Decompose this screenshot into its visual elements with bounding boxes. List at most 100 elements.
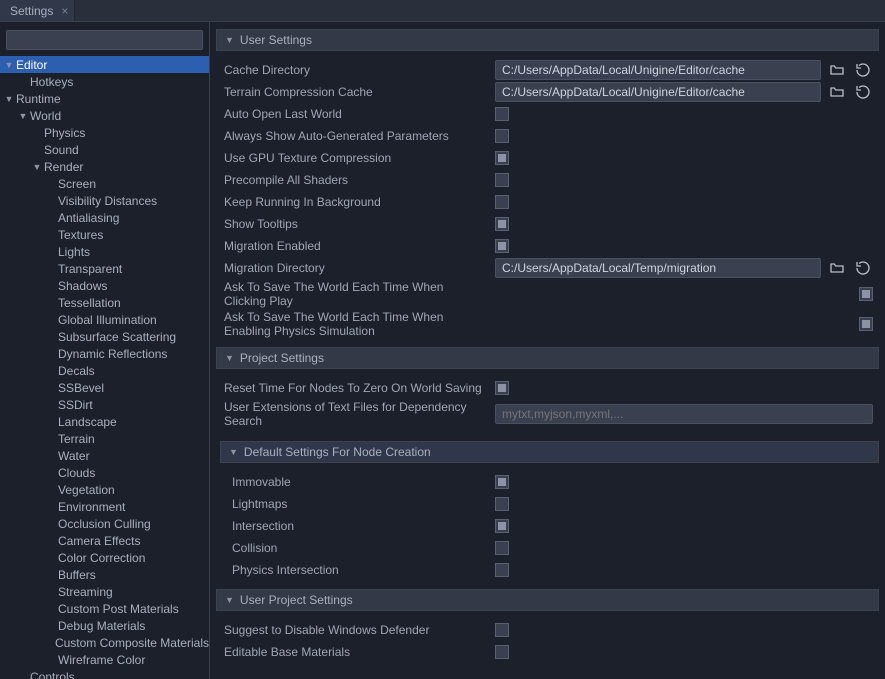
tree-item-wireframe-color[interactable]: Wireframe Color [0, 651, 209, 668]
tree-item-terrain[interactable]: Terrain [0, 430, 209, 447]
folder-icon[interactable] [827, 82, 847, 102]
reset-icon[interactable] [853, 60, 873, 80]
property-label: Keep Running In Background [222, 195, 487, 209]
reset-icon[interactable] [853, 82, 873, 102]
checkbox[interactable] [495, 645, 509, 659]
checkbox[interactable] [495, 173, 509, 187]
property-label: Collision [222, 541, 487, 555]
section-header-node-creation[interactable]: ▼ Default Settings For Node Creation [220, 441, 879, 463]
checkbox[interactable] [495, 475, 509, 489]
tree-item-editor[interactable]: ▼Editor [0, 56, 209, 73]
tree-item-label: Physics [42, 126, 85, 140]
property-control [495, 475, 873, 489]
property-row: Migration Enabled [222, 235, 873, 257]
tree-item-occlusion-culling[interactable]: Occlusion Culling [0, 515, 209, 532]
tree-item-label: Custom Post Materials [56, 602, 179, 616]
tree-item-label: Camera Effects [56, 534, 140, 548]
sidebar: ▼EditorHotkeys▼Runtime▼World PhysicsSound… [0, 22, 210, 679]
property-label: Migration Enabled [222, 239, 487, 253]
chevron-down-icon[interactable]: ▼ [4, 60, 14, 70]
property-label: Intersection [222, 519, 487, 533]
tree-item-transparent[interactable]: Transparent [0, 260, 209, 277]
tree-item-tessellation[interactable]: Tessellation [0, 294, 209, 311]
tree-item-landscape[interactable]: Landscape [0, 413, 209, 430]
text-input[interactable] [495, 404, 873, 424]
tree-item-label: Transparent [56, 262, 122, 276]
search-input[interactable] [6, 30, 203, 50]
property-row: Editable Base Materials [222, 641, 873, 663]
checkbox[interactable] [495, 541, 509, 555]
tree-item-label: Subsurface Scattering [56, 330, 176, 344]
folder-icon[interactable] [827, 60, 847, 80]
reset-icon[interactable] [853, 258, 873, 278]
property-row: Keep Running In Background [222, 191, 873, 213]
tree-item-label: Shadows [56, 279, 107, 293]
section-body-user-project-settings: Suggest to Disable Windows DefenderEdita… [216, 611, 879, 667]
section-header-user-project-settings[interactable]: ▼ User Project Settings [216, 589, 879, 611]
path-input[interactable] [495, 60, 821, 80]
checkbox[interactable] [859, 317, 873, 331]
property-row: Use GPU Texture Compression [222, 147, 873, 169]
checkbox[interactable] [495, 151, 509, 165]
checkbox[interactable] [495, 217, 509, 231]
checkbox[interactable] [495, 107, 509, 121]
section-header-user-settings[interactable]: ▼ User Settings [216, 29, 879, 51]
tree-item-decals[interactable]: Decals [0, 362, 209, 379]
tree-item-visibility-distances[interactable]: Visibility Distances [0, 192, 209, 209]
checkbox[interactable] [495, 623, 509, 637]
tree-item-buffers[interactable]: Buffers [0, 566, 209, 583]
tree-item-camera-effects[interactable]: Camera Effects [0, 532, 209, 549]
checkbox[interactable] [495, 195, 509, 209]
tree-item-physics[interactable]: Physics [0, 124, 209, 141]
checkbox[interactable] [495, 381, 509, 395]
checkbox[interactable] [495, 563, 509, 577]
tree-item-textures[interactable]: Textures [0, 226, 209, 243]
section-header-project-settings[interactable]: ▼ Project Settings [216, 347, 879, 369]
tree-item-sound[interactable]: Sound [0, 141, 209, 158]
tree-item-custom-composite-materials[interactable]: Custom Composite Materials [0, 634, 209, 651]
checkbox[interactable] [495, 239, 509, 253]
tree-item-label: Terrain [56, 432, 95, 446]
tree-item-subsurface-scattering[interactable]: Subsurface Scattering [0, 328, 209, 345]
tree-item-controls[interactable]: Controls [0, 668, 209, 679]
chevron-down-icon[interactable]: ▼ [32, 162, 42, 172]
tree-item-label: Dynamic Reflections [56, 347, 167, 361]
tree-item-custom-post-materials[interactable]: Custom Post Materials [0, 600, 209, 617]
checkbox[interactable] [495, 519, 509, 533]
property-label: Physics Intersection [222, 563, 487, 577]
checkbox[interactable] [495, 129, 509, 143]
tree-item-render[interactable]: ▼Render [0, 158, 209, 175]
property-control [495, 317, 873, 331]
tree-item-hotkeys[interactable]: Hotkeys [0, 73, 209, 90]
tree-item-shadows[interactable]: Shadows [0, 277, 209, 294]
property-label: Reset Time For Nodes To Zero On World Sa… [222, 381, 487, 395]
tree-item-clouds[interactable]: Clouds [0, 464, 209, 481]
tree-item-antialiasing[interactable]: Antialiasing [0, 209, 209, 226]
tree-item-dynamic-reflections[interactable]: Dynamic Reflections [0, 345, 209, 362]
nav-tree: ▼EditorHotkeys▼Runtime▼World PhysicsSound… [0, 56, 209, 679]
tree-item-ssdirt[interactable]: SSDirt [0, 396, 209, 413]
property-row: Precompile All Shaders [222, 169, 873, 191]
checkbox[interactable] [859, 287, 873, 301]
tree-item-runtime[interactable]: ▼Runtime [0, 90, 209, 107]
tree-item-color-correction[interactable]: Color Correction [0, 549, 209, 566]
tree-item-screen[interactable]: Screen [0, 175, 209, 192]
tree-item-environment[interactable]: Environment [0, 498, 209, 515]
property-control [495, 82, 873, 102]
checkbox[interactable] [495, 497, 509, 511]
tab-settings[interactable]: Settings × [0, 0, 75, 21]
tree-item-global-illumination[interactable]: Global Illumination [0, 311, 209, 328]
close-icon[interactable]: × [61, 4, 68, 18]
tree-item-streaming[interactable]: Streaming [0, 583, 209, 600]
chevron-down-icon[interactable]: ▼ [4, 94, 14, 104]
tree-item-ssbevel[interactable]: SSBevel [0, 379, 209, 396]
tree-item-vegetation[interactable]: Vegetation [0, 481, 209, 498]
chevron-down-icon[interactable]: ▼ [18, 111, 28, 121]
tree-item-lights[interactable]: Lights [0, 243, 209, 260]
path-input[interactable] [495, 258, 821, 278]
tree-item-water[interactable]: Water [0, 447, 209, 464]
folder-icon[interactable] [827, 258, 847, 278]
tree-item-debug-materials[interactable]: Debug Materials [0, 617, 209, 634]
path-input[interactable] [495, 82, 821, 102]
tree-item-world[interactable]: ▼World [0, 107, 209, 124]
